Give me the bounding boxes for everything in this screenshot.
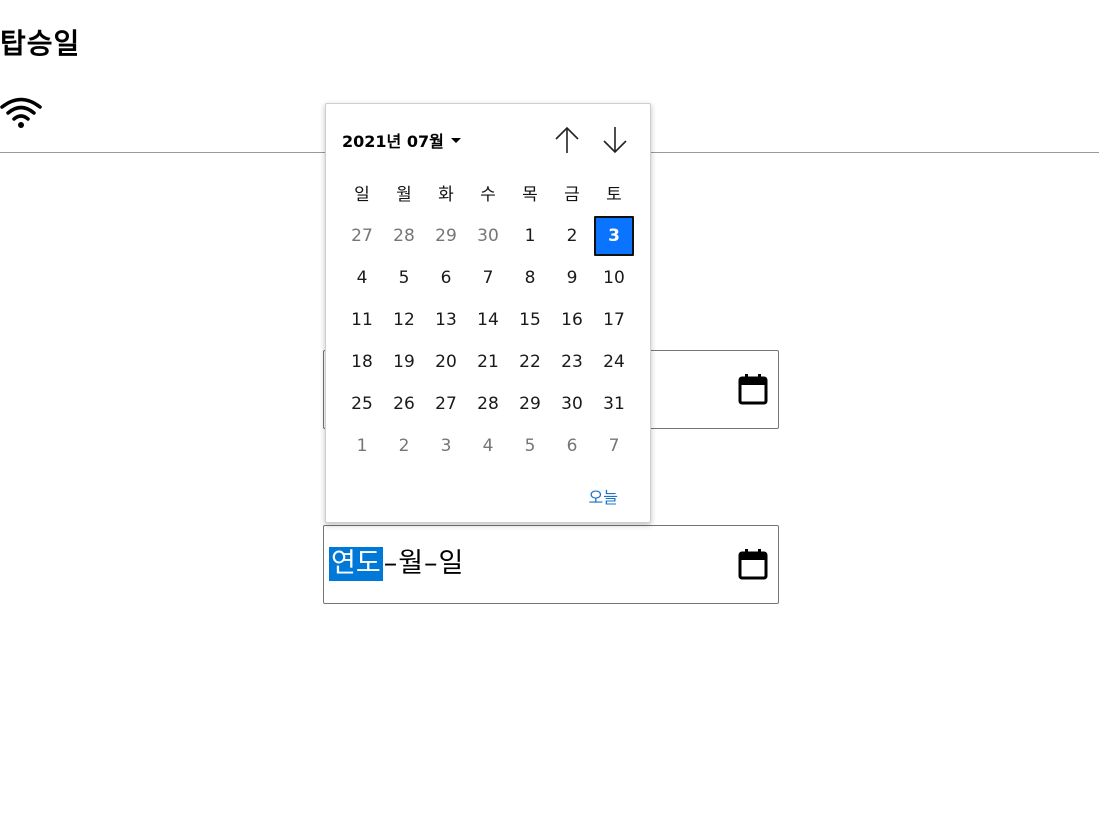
date-separator: – xyxy=(424,548,438,579)
year-segment[interactable]: 연도 xyxy=(329,547,383,581)
calendar-day[interactable]: 10 xyxy=(593,257,635,299)
calendar-day-selected[interactable]: 3 xyxy=(594,216,634,256)
date-separator: – xyxy=(383,548,398,579)
calendar-day[interactable]: 7 xyxy=(467,257,509,299)
calendar-day[interactable]: 30 xyxy=(551,383,593,425)
calendar-day[interactable]: 6 xyxy=(425,257,467,299)
calendar-week: 1 2 3 4 5 6 7 xyxy=(341,425,635,467)
wifi-icon xyxy=(0,97,42,128)
date-input-2[interactable]: 연도 – 월 – 일 xyxy=(323,525,779,604)
arrow-up-icon[interactable] xyxy=(550,122,584,158)
page-title: 탑승일 xyxy=(0,27,81,60)
calendar-day[interactable]: 4 xyxy=(341,257,383,299)
calendar-day[interactable]: 31 xyxy=(593,383,635,425)
calendar-day[interactable]: 21 xyxy=(467,341,509,383)
arrow-down-icon[interactable] xyxy=(598,122,632,158)
calendar-day[interactable]: 28 xyxy=(383,215,425,257)
calendar-day[interactable]: 12 xyxy=(383,299,425,341)
calendar-day[interactable]: 29 xyxy=(425,215,467,257)
weekday-label: 월 xyxy=(396,184,412,205)
calendar-day[interactable]: 5 xyxy=(383,257,425,299)
calendar-day[interactable]: 11 xyxy=(341,299,383,341)
calendar-day[interactable]: 13 xyxy=(425,299,467,341)
calendar-icon[interactable] xyxy=(738,548,768,580)
calendar-day[interactable]: 18 xyxy=(341,341,383,383)
calendar-week: 25 26 27 28 29 30 31 xyxy=(341,383,635,425)
calendar-week: 4 5 6 7 8 9 10 xyxy=(341,257,635,299)
calendar-day[interactable]: 25 xyxy=(341,383,383,425)
calendar-day[interactable]: 27 xyxy=(425,383,467,425)
day-segment[interactable]: 일 xyxy=(439,547,464,581)
calendar-day[interactable]: 8 xyxy=(509,257,551,299)
weekday-label: 수 xyxy=(480,184,496,205)
weekday-label: 금 xyxy=(564,184,580,205)
calendar-day[interactable]: 2 xyxy=(383,425,425,467)
weekday-label: 일 xyxy=(354,184,370,205)
today-button[interactable]: 오늘 xyxy=(589,484,618,508)
calendar-icon[interactable] xyxy=(738,373,768,405)
date-segments: 연도 – 월 – 일 xyxy=(329,547,463,581)
calendar-day[interactable]: 3 xyxy=(425,425,467,467)
calendar-day[interactable]: 16 xyxy=(551,299,593,341)
calendar-week: 27 28 29 30 1 2 3 xyxy=(341,215,635,257)
calendar-day[interactable]: 14 xyxy=(467,299,509,341)
calendar-day[interactable]: 6 xyxy=(551,425,593,467)
calendar-day[interactable]: 2 xyxy=(551,215,593,257)
calendar-day[interactable]: 15 xyxy=(509,299,551,341)
calendar-day[interactable]: 22 xyxy=(509,341,551,383)
month-year-label: 2021년 07월 xyxy=(342,132,444,151)
month-year-selector[interactable]: 2021년 07월 xyxy=(342,126,461,154)
weekday-label: 목 xyxy=(522,184,538,205)
calendar-day[interactable]: 26 xyxy=(383,383,425,425)
weekday-header: 일 월 화 수 목 금 토 xyxy=(341,177,635,207)
weekday-label: 토 xyxy=(606,184,622,205)
calendar-day[interactable]: 5 xyxy=(509,425,551,467)
calendar-day[interactable]: 4 xyxy=(467,425,509,467)
calendar-day[interactable]: 19 xyxy=(383,341,425,383)
calendar-day[interactable]: 20 xyxy=(425,341,467,383)
calendar-day[interactable]: 9 xyxy=(551,257,593,299)
calendar-day[interactable]: 17 xyxy=(593,299,635,341)
month-segment[interactable]: 월 xyxy=(398,547,423,581)
calendar-day[interactable]: 27 xyxy=(341,215,383,257)
calendar-week: 11 12 13 14 15 16 17 xyxy=(341,299,635,341)
calendar-day[interactable]: 24 xyxy=(593,341,635,383)
calendar-day[interactable]: 28 xyxy=(467,383,509,425)
calendar-day[interactable]: 29 xyxy=(509,383,551,425)
calendar-day[interactable]: 23 xyxy=(551,341,593,383)
calendar-day[interactable]: 1 xyxy=(341,425,383,467)
calendar-week: 18 19 20 21 22 23 24 xyxy=(341,341,635,383)
weekday-label: 화 xyxy=(438,184,454,205)
calendar-popup: 2021년 07월 일 월 화 수 목 금 토 27 28 29 30 1 2 … xyxy=(325,103,651,523)
calendar-day[interactable]: 7 xyxy=(593,425,635,467)
caret-down-icon xyxy=(450,137,461,143)
calendar-day[interactable]: 1 xyxy=(509,215,551,257)
calendar-day[interactable]: 30 xyxy=(467,215,509,257)
